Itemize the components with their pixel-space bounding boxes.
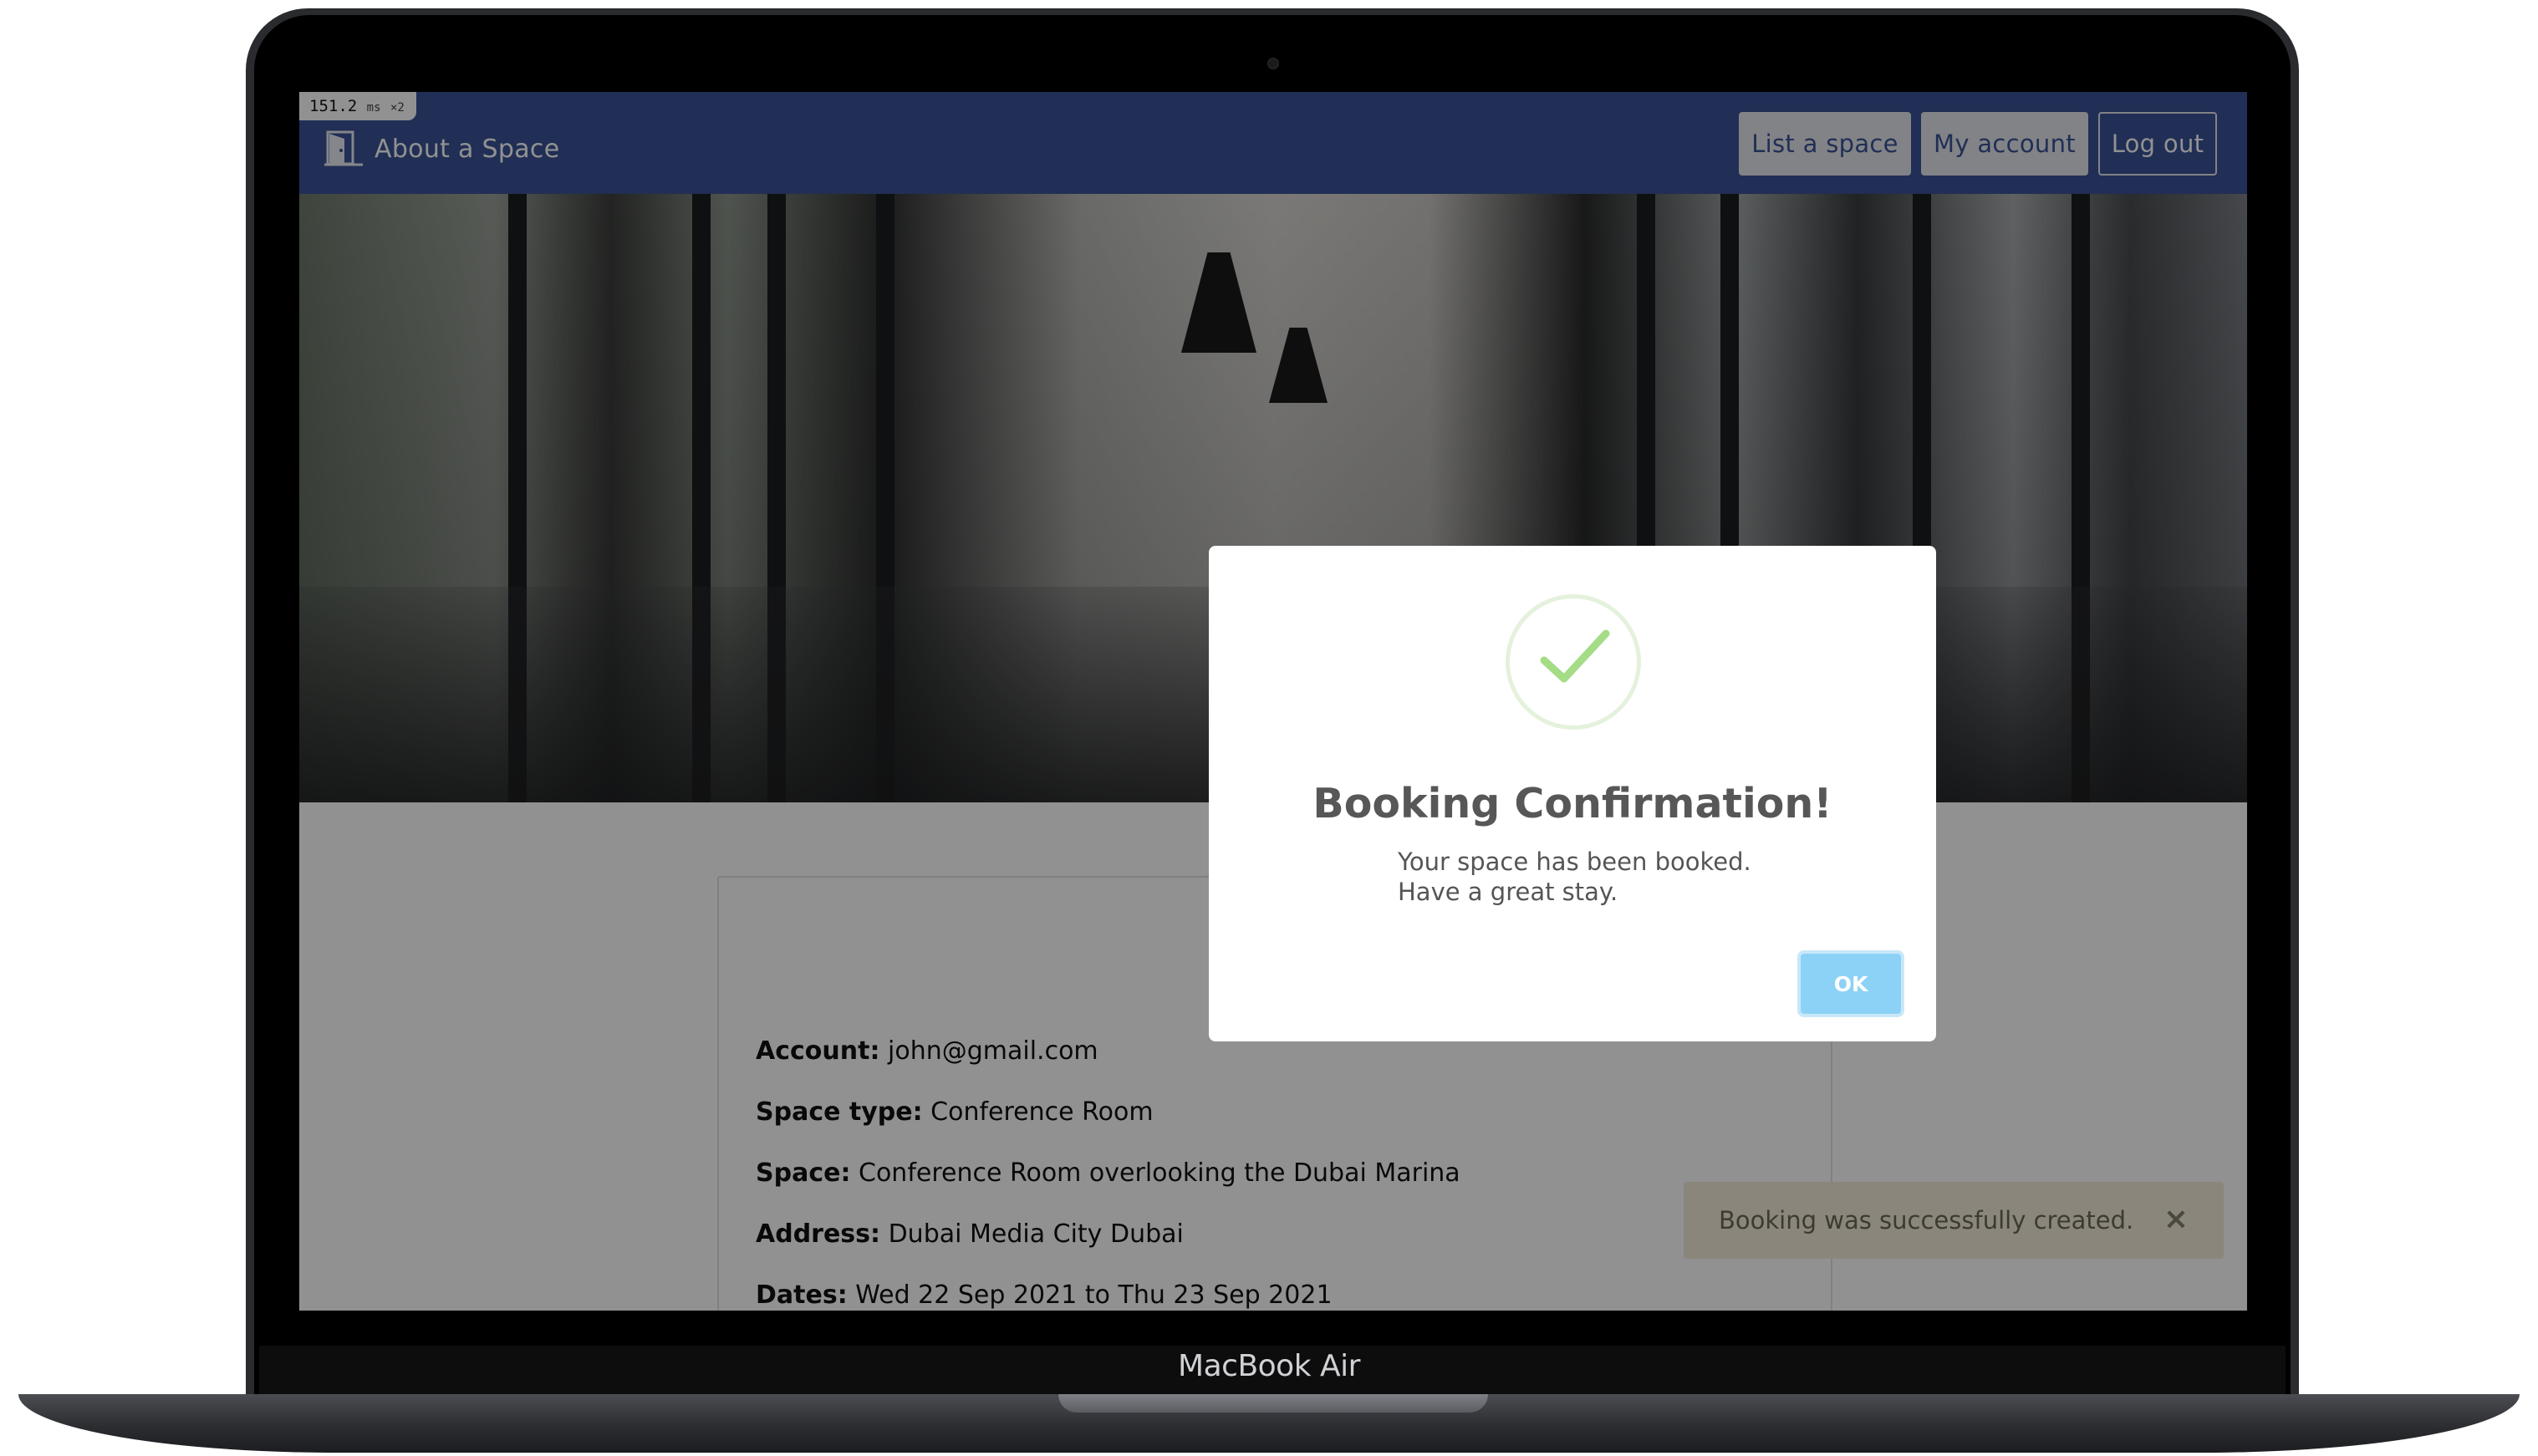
ok-button[interactable]: OK [1797, 950, 1904, 1017]
toast-message: Booking was successfully created. [1719, 1206, 2134, 1235]
modal-title: Booking Confirmation! [1312, 780, 1832, 827]
modal-line-2: Have a great stay. [1398, 878, 1618, 906]
success-icon [1506, 594, 1641, 730]
modal-line-1: Your space has been booked. [1398, 848, 1751, 876]
device-label: MacBook Air [1178, 1349, 1360, 1383]
close-icon[interactable]: × [2162, 1204, 2190, 1235]
success-toast: Booking was successfully created. × [1684, 1182, 2224, 1259]
checkmark-icon [1540, 629, 1610, 683]
modal-message: Your space has been booked. Have a great… [1398, 847, 1751, 907]
confirmation-modal: Booking Confirmation! Your space has bee… [1209, 546, 1936, 1041]
laptop-notch [1058, 1394, 1488, 1413]
camera [1267, 58, 1279, 69]
browser-screen: About a Space List a space My account Lo… [299, 92, 2247, 1311]
